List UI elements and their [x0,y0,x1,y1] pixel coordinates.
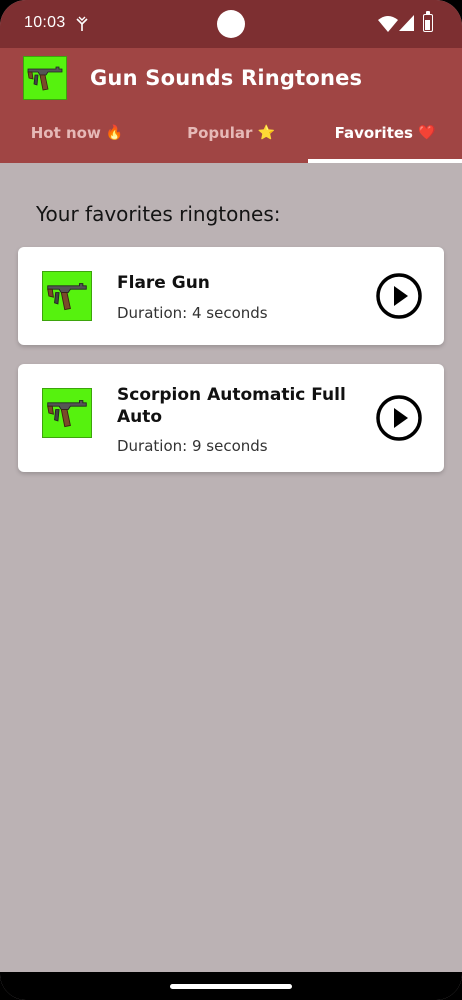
gun-icon [47,283,87,311]
star-icon: ⭐ [257,124,275,141]
tab-favorites[interactable]: Favorites ❤️ [308,110,462,163]
play-icon[interactable] [375,272,423,320]
status-time: 10:03 [24,14,66,31]
tab-hot-now[interactable]: Hot now 🔥 [0,110,154,163]
ringtone-name: Scorpion Automatic Full Auto [117,385,346,427]
section-title: Your favorites ringtones: [36,202,281,226]
ringtone-duration: Duration: 9 seconds [117,437,268,455]
ringtone-card[interactable]: Scorpion Automatic Full Auto Duration: 9… [18,364,444,472]
home-handle[interactable] [170,984,292,989]
gesture-nav-bar [0,972,462,1000]
play-icon[interactable] [375,394,423,442]
app-bar: Gun Sounds Ringtones [0,48,462,110]
tab-popular[interactable]: Popular ⭐ [154,110,308,163]
tab-label: Hot now [30,123,101,142]
ringtone-name: Flare Gun [117,273,210,293]
heart-icon: ❤️ [417,124,436,141]
tab-bar: Hot now 🔥 Popular ⭐ Favorites ❤️ [0,110,462,163]
wifi-icon [378,16,398,32]
gun-icon [47,400,87,428]
status-bar: 10:03 [0,0,462,48]
ringtone-card[interactable]: Flare Gun Duration: 4 seconds [18,247,444,345]
tab-label: Favorites [334,123,413,142]
cellular-signal-icon [399,15,414,31]
fire-icon: 🔥 [105,124,124,141]
ringtone-thumbnail [42,388,92,438]
battery-icon [423,11,433,32]
camera-cutout [217,10,245,38]
ringtone-thumbnail [42,271,92,321]
app-title: Gun Sounds Ringtones [90,66,363,90]
antenna-icon [76,16,88,31]
app-logo [23,56,67,100]
tab-label: Popular [187,123,253,142]
gun-icon [27,66,63,91]
screen: 10:03 Gun Sounds Ringtones Hot now 🔥 Pop… [0,0,462,1000]
ringtone-duration: Duration: 4 seconds [117,304,268,322]
